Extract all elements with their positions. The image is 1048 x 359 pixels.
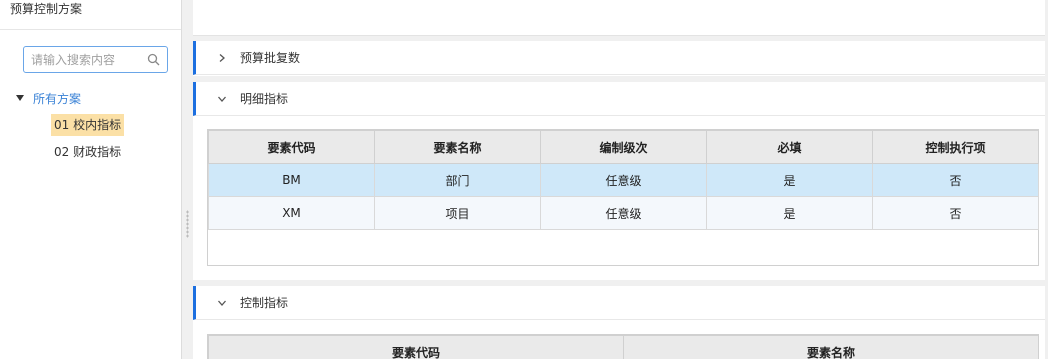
scheme-panel: 预算控制方案 所有方案 01 校内指标 02 财政指标 bbox=[0, 0, 182, 359]
table-cell[interactable]: 项目 bbox=[374, 196, 541, 230]
column-header[interactable]: 控制执行项 bbox=[872, 130, 1039, 164]
tree-item-label[interactable]: 01 校内指标 bbox=[54, 118, 121, 132]
tree-root-label[interactable]: 所有方案 bbox=[33, 90, 81, 107]
tree-item-school[interactable]: 01 校内指标 bbox=[51, 114, 125, 136]
section-detail: 明细指标 要素代码 要素名称 编制级次 必填 控制执行项 BM 部门 任意级 是 bbox=[193, 82, 1045, 280]
tree-root[interactable]: 所有方案 bbox=[16, 90, 81, 106]
column-header[interactable]: 要素名称 bbox=[374, 130, 541, 164]
section-header-detail[interactable]: 明细指标 bbox=[193, 82, 1045, 116]
column-header[interactable]: 要素代码 bbox=[208, 130, 375, 164]
chevron-down-icon[interactable] bbox=[212, 95, 232, 103]
table-row[interactable]: BM 部门 任意级 是 否 bbox=[208, 163, 1039, 197]
detail-grid: 要素代码 要素名称 编制级次 必填 控制执行项 BM 部门 任意级 是 否 XM bbox=[207, 129, 1039, 266]
search-icon[interactable] bbox=[147, 53, 160, 66]
search-box[interactable] bbox=[23, 46, 168, 73]
section-control: 控制指标 要素代码 要素名称 bbox=[193, 286, 1045, 359]
table-header-row: 要素代码 要素名称 bbox=[208, 335, 1039, 359]
panel-title: 预算控制方案 bbox=[0, 0, 181, 30]
chevron-down-icon[interactable] bbox=[212, 299, 232, 307]
detail-table: 要素代码 要素名称 编制级次 必填 控制执行项 BM 部门 任意级 是 否 XM bbox=[208, 130, 1039, 230]
table-cell[interactable]: 任意级 bbox=[540, 163, 707, 197]
table-cell[interactable]: 任意级 bbox=[540, 196, 707, 230]
section-title: 预算批复数 bbox=[240, 51, 301, 65]
control-table: 要素代码 要素名称 bbox=[208, 335, 1039, 359]
table-row[interactable]: XM 项目 任意级 是 否 bbox=[208, 196, 1039, 230]
column-header[interactable]: 要素名称 bbox=[623, 335, 1039, 359]
table-cell[interactable]: 否 bbox=[872, 163, 1039, 197]
section-approval: 预算批复数 bbox=[193, 41, 1045, 76]
table-cell[interactable]: XM bbox=[208, 196, 375, 230]
table-cell[interactable]: 否 bbox=[872, 196, 1039, 230]
caret-down-icon[interactable] bbox=[16, 95, 24, 101]
column-header[interactable]: 要素代码 bbox=[208, 335, 624, 359]
section-header-approval[interactable]: 预算批复数 bbox=[193, 41, 1045, 75]
tree-item-finance[interactable]: 02 财政指标 bbox=[51, 141, 124, 163]
column-header[interactable]: 必填 bbox=[706, 130, 873, 164]
chevron-right-icon[interactable] bbox=[212, 53, 232, 63]
section-title: 明细指标 bbox=[240, 92, 289, 106]
table-cell[interactable]: BM bbox=[208, 163, 375, 197]
search-input[interactable] bbox=[24, 47, 142, 72]
top-card bbox=[193, 0, 1045, 36]
control-grid: 要素代码 要素名称 bbox=[207, 334, 1039, 359]
splitter-handle[interactable] bbox=[186, 210, 189, 238]
section-title: 控制指标 bbox=[240, 296, 289, 310]
table-cell[interactable]: 是 bbox=[706, 163, 873, 197]
column-header[interactable]: 编制级次 bbox=[540, 130, 707, 164]
section-header-control[interactable]: 控制指标 bbox=[193, 286, 1045, 320]
table-header-row: 要素代码 要素名称 编制级次 必填 控制执行项 bbox=[208, 130, 1039, 164]
table-cell[interactable]: 是 bbox=[706, 196, 873, 230]
table-cell[interactable]: 部门 bbox=[374, 163, 541, 197]
tree-item-label[interactable]: 02 财政指标 bbox=[54, 145, 121, 159]
